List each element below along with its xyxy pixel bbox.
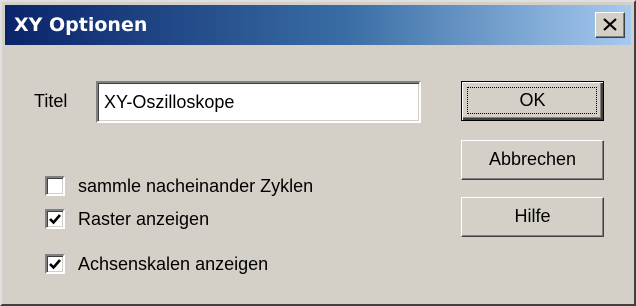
- dialog-title: XY Optionen: [14, 14, 148, 36]
- help-button[interactable]: Hilfe: [461, 197, 604, 237]
- collect-cycles-checkbox[interactable]: [45, 176, 65, 196]
- collect-cycles-label[interactable]: sammle nacheinander Zyklen: [78, 174, 313, 198]
- title-input[interactable]: [96, 81, 421, 123]
- xy-options-dialog: XY Optionen Titel OK Abbrechen Hilfe sam…: [0, 0, 636, 306]
- checkmark-icon: [49, 259, 61, 270]
- help-button-label: Hilfe: [514, 206, 551, 226]
- show-axis-scales-label[interactable]: Achsenskalen anzeigen: [78, 252, 268, 276]
- show-axis-scales-checkbox[interactable]: [45, 254, 65, 274]
- title-bar[interactable]: XY Optionen: [5, 5, 631, 45]
- show-grid-label[interactable]: Raster anzeigen: [78, 207, 209, 231]
- checkmark-icon: [49, 214, 61, 225]
- close-icon: [603, 18, 617, 31]
- close-button[interactable]: [595, 12, 625, 38]
- cancel-button-label: Abbrechen: [488, 149, 577, 169]
- ok-button[interactable]: OK: [461, 81, 604, 121]
- focus-rect: [467, 87, 597, 114]
- show-grid-checkbox[interactable]: [45, 209, 65, 229]
- cancel-button[interactable]: Abbrechen: [461, 140, 604, 180]
- title-label: Titel: [34, 91, 68, 111]
